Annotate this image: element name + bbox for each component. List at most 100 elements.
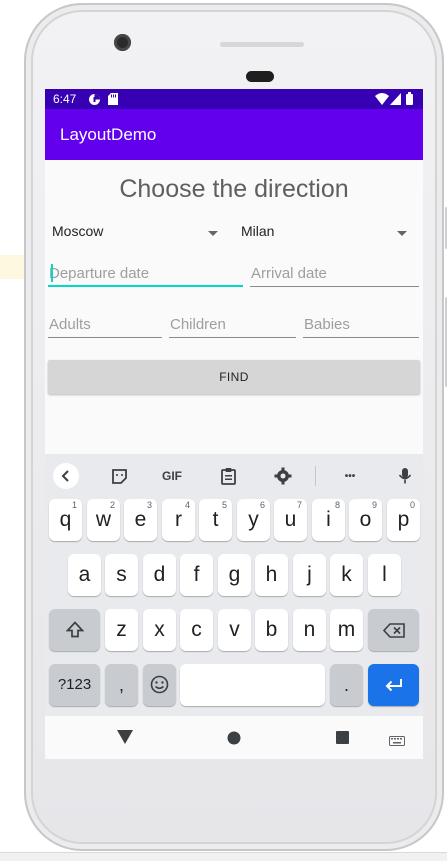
front-camera (114, 34, 131, 51)
clipboard-icon (220, 468, 236, 485)
battery-icon (406, 92, 413, 108)
key-hint: 6 (259, 500, 265, 510)
key-label: w (95, 508, 112, 531)
symbols-key[interactable]: ?123 (49, 664, 100, 706)
key-y[interactable]: y6 (237, 499, 270, 541)
children-field[interactable] (169, 312, 296, 338)
key-o[interactable]: o9 (349, 499, 382, 541)
toolbar-divider (315, 466, 316, 486)
key-hint: 3 (146, 500, 152, 510)
key-g[interactable]: g (218, 554, 251, 596)
text-cursor (51, 264, 53, 282)
key-q[interactable]: q1 (49, 499, 82, 541)
system-navigation-bar (45, 716, 423, 759)
shift-arrow-icon (65, 621, 84, 638)
key-c[interactable]: c (180, 609, 213, 651)
find-button[interactable]: FIND (48, 360, 420, 394)
key-label: r (175, 508, 182, 531)
arrival-date-field[interactable] (250, 261, 419, 287)
home-circle-icon (227, 731, 241, 745)
app-title: LayoutDemo (60, 125, 157, 144)
key-label: o (359, 508, 372, 531)
keyboard-switch-button[interactable] (389, 733, 405, 751)
status-time: 6:47 (53, 92, 77, 106)
recents-nav-button[interactable] (336, 731, 349, 749)
key-h[interactable]: h (255, 554, 288, 596)
sticker-button[interactable] (107, 464, 131, 488)
more-button[interactable]: ••• (335, 464, 365, 488)
key-z[interactable]: z (105, 609, 138, 651)
key-n[interactable]: n (293, 609, 326, 651)
key-hint: 8 (334, 500, 340, 510)
key-f[interactable]: f (180, 554, 213, 596)
enter-arrow-icon (385, 679, 402, 692)
key-hint: 9 (371, 500, 377, 510)
babies-field[interactable] (303, 312, 419, 338)
key-i[interactable]: i8 (312, 499, 345, 541)
backspace-key[interactable] (368, 609, 419, 651)
wifi-icon (375, 93, 389, 108)
collapse-toolbar-button[interactable] (53, 463, 79, 489)
key-v[interactable]: v (218, 609, 251, 651)
gif-button[interactable]: GIF (157, 464, 187, 488)
keyboard-icon (389, 736, 405, 746)
signal-icon (390, 93, 401, 108)
emoji-icon (150, 675, 169, 694)
proximity-sensor (246, 71, 274, 82)
comma-key[interactable]: , (105, 664, 138, 706)
adults-field[interactable] (48, 312, 162, 338)
device-screen: 6:47 LayoutDemo Choose the direction Mos… (45, 89, 423, 759)
key-b[interactable]: b (255, 609, 288, 651)
key-k[interactable]: k (330, 554, 363, 596)
key-label: u (284, 508, 297, 531)
back-nav-button[interactable] (117, 730, 133, 749)
backspace-icon (382, 623, 405, 638)
to-city-spinner[interactable]: Milan (241, 223, 413, 247)
key-label: t (212, 508, 219, 531)
recents-square-icon (336, 731, 349, 744)
microphone-icon (398, 468, 412, 484)
children-input[interactable] (169, 312, 296, 336)
dropdown-arrow-icon (397, 231, 407, 236)
key-w[interactable]: w2 (87, 499, 120, 541)
key-x[interactable]: x (143, 609, 176, 651)
departure-date-field[interactable] (48, 261, 243, 287)
dropdown-arrow-icon (208, 231, 218, 236)
gear-icon (274, 467, 292, 485)
key-l[interactable]: l (368, 554, 401, 596)
key-p[interactable]: p0 (387, 499, 420, 541)
to-city-value: Milan (241, 223, 275, 239)
emoji-key[interactable] (143, 664, 176, 706)
chevron-left-icon (61, 470, 69, 482)
key-hint: 5 (221, 500, 227, 510)
from-city-spinner[interactable]: Moscow (52, 223, 224, 247)
key-m[interactable]: m (330, 609, 363, 651)
key-a[interactable]: a (68, 554, 101, 596)
key-label: i (326, 508, 331, 531)
departure-date-input[interactable] (48, 261, 243, 285)
home-nav-button[interactable] (227, 731, 241, 750)
data-saver-icon (88, 93, 101, 109)
adults-input[interactable] (48, 312, 162, 336)
key-j[interactable]: j (293, 554, 326, 596)
key-label: e (134, 508, 147, 531)
settings-button[interactable] (271, 464, 295, 488)
arrival-date-input[interactable] (250, 261, 419, 285)
period-key[interactable]: . (330, 664, 363, 706)
clipboard-button[interactable] (216, 464, 240, 488)
sticker-icon (111, 468, 127, 484)
app-bar: LayoutDemo (45, 109, 423, 160)
babies-input[interactable] (303, 312, 419, 336)
shift-key[interactable] (49, 609, 100, 651)
voice-input-button[interactable] (393, 464, 417, 488)
key-d[interactable]: d (143, 554, 176, 596)
key-s[interactable]: s (105, 554, 138, 596)
emulator-bottom-edge (0, 852, 447, 861)
key-e[interactable]: e3 (124, 499, 157, 541)
key-t[interactable]: t5 (199, 499, 232, 541)
key-r[interactable]: r4 (162, 499, 195, 541)
space-key[interactable] (180, 664, 325, 706)
key-hint: 0 (409, 500, 415, 510)
enter-key[interactable] (368, 664, 419, 706)
key-u[interactable]: u7 (274, 499, 307, 541)
